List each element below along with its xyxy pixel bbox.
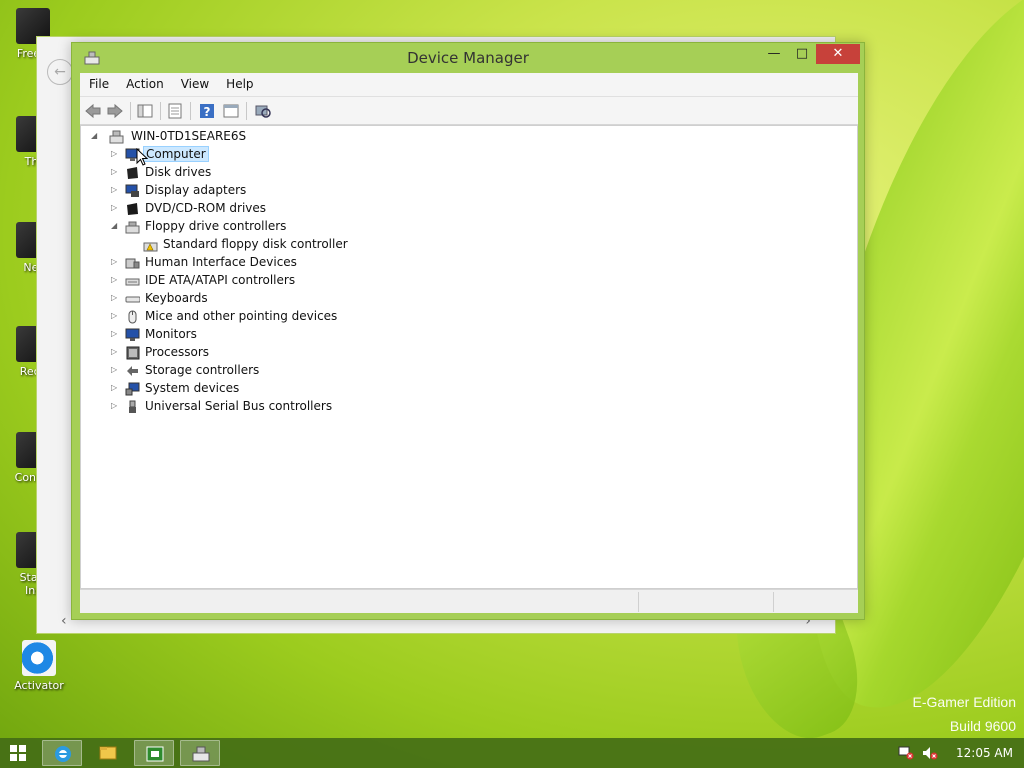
expand-arrow-icon[interactable]: ▷ [111,365,121,374]
collapse-arrow-icon[interactable]: ◢ [111,221,121,230]
ide-controller-icon [125,278,140,286]
watermark-edition: E-Gamer Edition [912,694,1016,710]
tree-item-label: Disk drives [145,165,212,179]
device-tree[interactable]: ◢ WIN-0TD1SEARE6S ▷ Computer ▷ Disk driv… [80,125,858,589]
network-error-icon[interactable] [898,746,914,760]
status-segment [638,592,773,612]
tree-item-label: Monitors [145,327,197,341]
properties-icon[interactable] [166,102,184,120]
computer-icon [109,130,124,144]
hid-icon [125,258,140,269]
monitor-icon [125,328,140,341]
expand-arrow-icon[interactable]: ▷ [111,257,121,266]
desktop-icon-activator[interactable]: Activator [6,640,72,692]
expand-arrow-icon[interactable]: ▷ [111,203,121,212]
display-adapter-icon [125,184,139,197]
desktop-icon-label: Activator [14,679,64,692]
menu-action[interactable]: Action [117,73,172,91]
tree-item-label: Standard floppy disk controller [163,237,348,251]
expand-arrow-icon[interactable]: ▷ [111,401,121,410]
store-icon [146,746,164,762]
device-manager-window[interactable]: Device Manager — □ ✕ File Action View Help … [71,42,865,620]
expand-arrow-icon[interactable]: ▷ [111,275,121,284]
tree-item-label: Display adapters [145,183,247,197]
tree-item-label: Processors [145,345,210,359]
tree-item-label: Human Interface Devices [145,255,297,269]
menu-help[interactable]: Help [217,73,261,91]
back-arrow-icon[interactable]: ← [47,59,73,85]
help-icon[interactable]: ? [198,102,216,120]
system-devices-icon [125,382,140,396]
taskbar-device-manager[interactable] [180,740,220,766]
device-manager-icon [192,746,210,762]
mouse-cursor-icon [136,148,148,166]
warning-floppy-icon [143,242,158,252]
disk-drive-icon [127,167,138,179]
expand-arrow-icon[interactable]: ▷ [111,185,121,194]
maximize-button[interactable]: □ [788,44,816,64]
svg-text:?: ? [204,105,211,119]
storage-controller-icon [127,366,138,376]
toolbar-separator [130,102,131,120]
tree-item-label: Floppy drive controllers [145,219,287,233]
keyboard-icon [125,296,140,303]
status-segment [773,592,858,612]
tree-item-label: Storage controllers [145,363,260,377]
internet-explorer-icon [55,746,71,762]
windows-logo-icon[interactable] [10,745,26,761]
expand-arrow-icon[interactable]: ▷ [111,167,121,176]
menu-bar: File Action View Help [80,73,858,97]
menu-view[interactable]: View [172,73,217,91]
title-bar[interactable]: Device Manager — □ ✕ [72,43,864,73]
file-explorer-icon [99,746,117,760]
back-arrow-icon[interactable] [84,102,102,120]
toolbar: ? [80,97,858,125]
tree-item-label: Mice and other pointing devices [145,309,338,323]
taskbar-clock[interactable]: 12:05 AM [956,746,1013,760]
window-title: Device Manager [407,49,529,67]
tree-item-label: DVD/CD-ROM drives [145,201,267,215]
expand-arrow-icon[interactable]: ▷ [111,293,121,302]
scan-hardware-icon[interactable] [254,102,272,120]
close-button[interactable]: ✕ [816,44,860,64]
mouse-icon [128,310,137,324]
floppy-controller-icon [125,221,140,234]
forward-arrow-icon[interactable] [106,102,124,120]
watermark-build: Build 9600 [949,718,1016,734]
expand-arrow-icon[interactable]: ▷ [111,329,121,338]
menu-file[interactable]: File [80,73,117,91]
usb-icon [129,400,136,413]
tree-item-label: Computer [143,146,209,162]
tree-root-label: WIN-0TD1SEARE6S [131,129,247,143]
taskbar-store[interactable] [134,740,174,766]
taskbar-file-explorer[interactable] [88,740,128,766]
toolbar-separator [190,102,191,120]
dvd-drive-icon [127,203,138,215]
tree-item-label: Universal Serial Bus controllers [145,399,333,413]
internet-explorer-icon [22,640,56,676]
show-hide-tree-icon[interactable] [136,102,154,120]
taskbar: 12:05 AM [0,738,1024,768]
tree-item-label: System devices [145,381,240,395]
status-bar [80,589,858,613]
processor-icon [126,346,140,360]
toolbar-separator [246,102,247,120]
volume-muted-icon[interactable] [922,746,938,760]
scroll-left-icon[interactable]: ‹ [61,613,67,629]
expand-arrow-icon[interactable]: ▷ [111,311,121,320]
expand-arrow-icon[interactable]: ▷ [111,347,121,356]
tree-item-label: IDE ATA/ATAPI controllers [145,273,296,287]
collapse-arrow-icon[interactable]: ◢ [91,131,101,140]
taskbar-internet-explorer[interactable] [42,740,82,766]
action-view-icon[interactable] [222,102,240,120]
expand-arrow-icon[interactable]: ▷ [111,383,121,392]
toolbar-separator [160,102,161,120]
minimize-button[interactable]: — [760,44,788,64]
expand-arrow-icon[interactable]: ▷ [111,149,121,158]
tree-item-label: Keyboards [145,291,208,305]
